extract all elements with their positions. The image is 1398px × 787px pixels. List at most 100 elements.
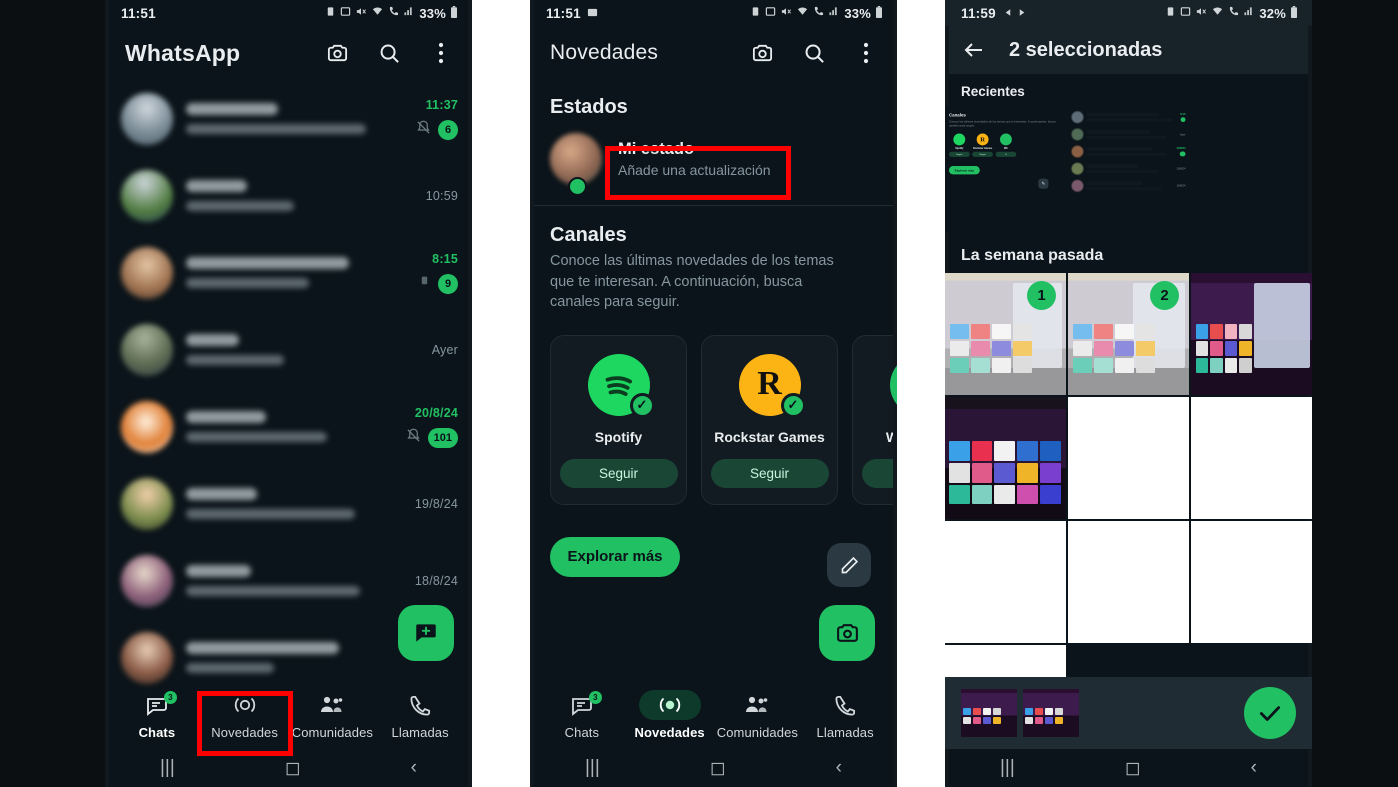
tab-label: Llamadas <box>391 725 449 740</box>
back-arrow-icon[interactable] <box>961 37 987 63</box>
chat-meta: Ayer <box>382 343 458 357</box>
back-button[interactable]: ‹ <box>1251 757 1257 779</box>
selected-thumb[interactable] <box>1023 689 1079 737</box>
gallery-app-bar: 2 seleccionadas <box>945 26 1312 74</box>
confirm-selection-button[interactable] <box>1244 687 1296 739</box>
table-row[interactable]: Ayer <box>105 311 472 388</box>
follow-button[interactable]: Seguir <box>861 458 897 488</box>
mute-bell-icon <box>406 428 421 448</box>
mute-icon <box>355 6 367 20</box>
table-row[interactable]: 11:37 6 <box>105 80 472 157</box>
avatar[interactable] <box>121 554 173 607</box>
tab-comunidades[interactable]: Comunidades <box>714 690 802 740</box>
back-button[interactable]: ‹ <box>836 757 842 779</box>
selection-badge[interactable]: 2 <box>1150 281 1179 310</box>
recents-button[interactable]: ||| <box>160 757 175 779</box>
avatar[interactable] <box>121 400 173 453</box>
chat-timestamp: 11:37 <box>425 97 458 112</box>
channel-card-spotify[interactable]: ✓ Spotify Seguir <box>550 334 687 505</box>
gallery-item[interactable] <box>1191 273 1312 395</box>
home-button[interactable]: ◻ <box>710 757 726 780</box>
camera-icon[interactable] <box>324 40 350 66</box>
mute-icon <box>1195 6 1207 20</box>
my-status-row[interactable]: Mi estado Añade una actualización <box>530 121 897 197</box>
recents-button[interactable]: ||| <box>1000 757 1015 779</box>
back-button[interactable]: ‹ <box>411 757 417 779</box>
chat-name-redacted <box>186 565 251 577</box>
gallery-icon <box>587 6 598 21</box>
channel-name: Spotify <box>594 428 643 445</box>
overflow-menu-icon[interactable] <box>428 40 454 66</box>
tab-label: Llamadas <box>816 725 874 740</box>
table-row[interactable]: 19/8/24 <box>105 465 472 542</box>
gallery-item[interactable]: 2 <box>1068 273 1189 395</box>
avatar[interactable] <box>121 169 173 222</box>
tab-novedades[interactable]: Novedades <box>201 690 289 740</box>
overflow-menu-icon[interactable] <box>853 40 879 66</box>
gallery-item[interactable] <box>945 397 1066 519</box>
table-row[interactable]: 8:15 9 <box>105 234 472 311</box>
tab-label: Novedades <box>634 725 705 740</box>
battery-percent: 33% <box>419 5 446 21</box>
avatar[interactable] <box>121 477 173 530</box>
chat-meta: 19/8/24 <box>382 497 458 511</box>
tab-chats[interactable]: 3 Chats <box>113 690 201 740</box>
wifi-icon <box>371 6 384 20</box>
verified-badge-icon: ✓ <box>629 392 655 418</box>
gallery-item[interactable] <box>1068 397 1189 519</box>
avatar[interactable] <box>121 323 173 376</box>
tab-llamadas[interactable]: Llamadas <box>801 690 889 740</box>
screenshot-icon <box>340 6 351 20</box>
tab-chats[interactable]: 3 Chats <box>538 690 626 740</box>
gallery-item[interactable] <box>1068 521 1189 643</box>
battery-percent: 33% <box>844 5 871 21</box>
edit-status-fab[interactable] <box>827 543 871 587</box>
gallery-item[interactable]: 1 <box>945 273 1066 395</box>
tab-llamadas[interactable]: Llamadas <box>376 690 464 740</box>
explore-more-button[interactable]: Explorar más <box>550 536 680 577</box>
android-system-nav: ||| ◻ ‹ <box>530 749 897 787</box>
table-row[interactable]: 10:59 <box>105 157 472 234</box>
chat-preview-redacted <box>186 509 355 519</box>
follow-button[interactable]: Seguir <box>710 458 829 488</box>
gallery-item[interactable] <box>1191 397 1312 519</box>
communities-icon <box>301 690 363 720</box>
avatar[interactable] <box>121 92 173 145</box>
recent-thumbnails-row: Canales Conoce las últimas novedades de … <box>945 106 1312 238</box>
recents-button[interactable]: ||| <box>585 757 600 779</box>
tab-novedades[interactable]: Novedades <box>626 690 714 740</box>
avatar[interactable] <box>121 631 173 684</box>
channel-card-rockstar[interactable]: R ✓ Rockstar Games Seguir <box>701 334 838 505</box>
status-icons: 32% <box>1165 5 1298 21</box>
chat-text <box>186 180 382 211</box>
search-icon[interactable] <box>376 40 402 66</box>
wifi-icon <box>796 6 809 20</box>
chat-text <box>186 488 382 519</box>
table-row[interactable]: 20/8/24 101 <box>105 388 472 465</box>
camera-status-fab[interactable] <box>819 605 875 661</box>
battery-icon <box>450 5 458 21</box>
camera-icon[interactable] <box>749 40 775 66</box>
add-status-plus-icon[interactable] <box>568 177 587 196</box>
list-item[interactable]: Canales Conoce las últimas novedades de … <box>945 106 1066 232</box>
status-icon <box>214 690 276 720</box>
android-system-nav: ||| ◻ ‹ <box>945 749 1312 787</box>
avatar[interactable] <box>121 246 173 299</box>
follow-button[interactable]: Seguir <box>559 458 678 488</box>
tab-comunidades[interactable]: Comunidades <box>289 690 377 740</box>
tab-label: Comunidades <box>716 725 799 740</box>
gallery-item[interactable] <box>945 521 1066 643</box>
list-item[interactable] <box>1191 106 1312 232</box>
home-button[interactable]: ◻ <box>1125 757 1141 780</box>
selected-thumb[interactable] <box>961 689 1017 737</box>
chat-timestamp: Ayer <box>431 342 458 357</box>
selection-badge[interactable]: 1 <box>1027 281 1056 310</box>
search-icon[interactable] <box>801 40 827 66</box>
spotify-logo: ✓ <box>587 353 655 418</box>
channel-card-whatsapp[interactable]: ✓ WhatsApp Seguir <box>852 334 897 505</box>
list-item[interactable]: 8:15 Ayer 20/8/24 19/8/24 18/8/24 <box>1068 106 1189 232</box>
my-status-text: Mi estado Añade una actualización <box>618 140 771 178</box>
home-button[interactable]: ◻ <box>285 757 301 780</box>
gallery-item[interactable] <box>1191 521 1312 643</box>
new-chat-fab[interactable] <box>398 605 454 661</box>
